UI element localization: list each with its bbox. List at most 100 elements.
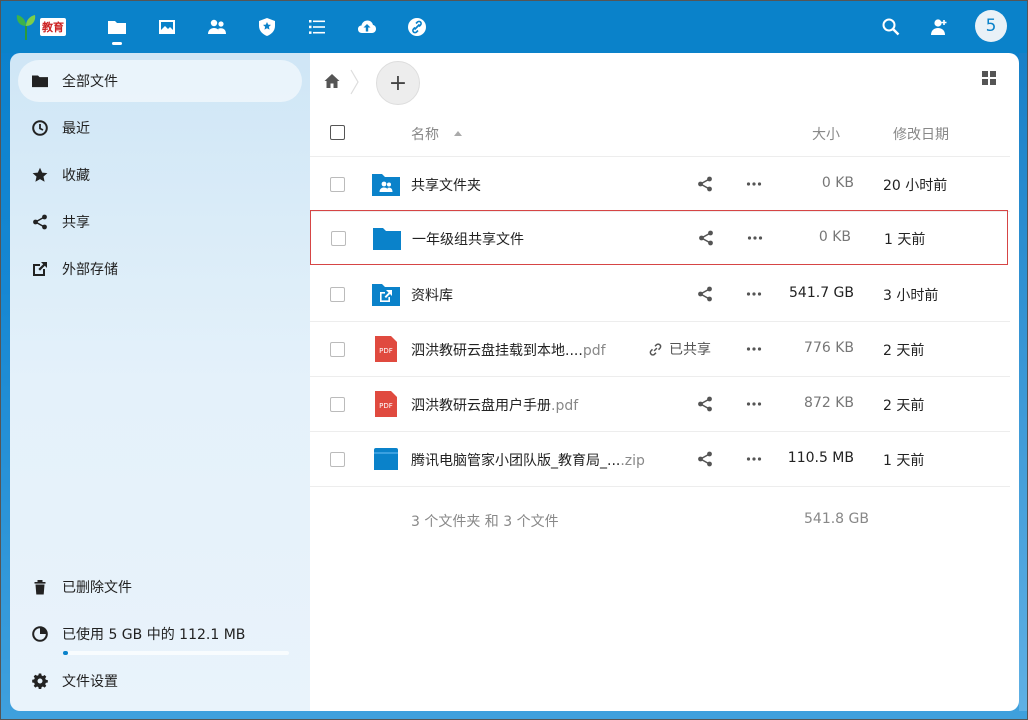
row-checkbox[interactable] bbox=[330, 397, 345, 412]
more-icon bbox=[746, 182, 762, 186]
file-name[interactable]: 腾讯电脑管家小团队版_教育局_....zip bbox=[411, 450, 645, 470]
sidebar-item-label: 收藏 bbox=[62, 168, 90, 184]
gear-icon bbox=[32, 673, 48, 689]
scrollbar-edge[interactable] bbox=[1019, 53, 1027, 711]
file-size: 110.5 MB bbox=[787, 450, 854, 466]
more-icon bbox=[746, 292, 762, 296]
folder-icon bbox=[32, 75, 48, 88]
file-name[interactable]: 泗洪教研云盘用户手册.pdf bbox=[411, 395, 578, 415]
home-breadcrumb[interactable] bbox=[324, 73, 342, 91]
share-action[interactable] bbox=[697, 451, 715, 469]
more-actions[interactable] bbox=[746, 341, 764, 359]
home-icon bbox=[324, 74, 340, 88]
column-header-date[interactable]: 修改日期 bbox=[893, 124, 949, 144]
active-app-indicator bbox=[112, 42, 122, 45]
file-row-selected[interactable]: 一年级组共享文件 0 KB 1 天前 bbox=[310, 210, 1008, 265]
sidebar-item-label: 外部存储 bbox=[62, 262, 118, 278]
avatar[interactable]: 5 bbox=[975, 10, 1007, 42]
row-checkbox[interactable] bbox=[330, 177, 345, 192]
list-app-icon[interactable] bbox=[305, 15, 329, 39]
row-checkbox[interactable] bbox=[330, 452, 345, 467]
file-row[interactable]: 资料库 541.7 GB 3 小时前 bbox=[310, 267, 1010, 322]
trash-icon bbox=[34, 580, 46, 595]
share-icon bbox=[698, 176, 712, 192]
share-action[interactable] bbox=[697, 286, 715, 304]
more-icon bbox=[746, 457, 762, 461]
contacts-menu-icon[interactable] bbox=[927, 15, 951, 39]
svg-text:PDF: PDF bbox=[379, 402, 393, 410]
quota-label: 已使用 5 GB 中的 112.1 MB bbox=[62, 627, 246, 643]
more-icon bbox=[746, 402, 762, 406]
quota-progress-fill bbox=[63, 651, 68, 655]
more-icon bbox=[747, 236, 763, 240]
logo-text: 教育 bbox=[40, 18, 66, 36]
share-icon bbox=[33, 214, 47, 230]
file-name[interactable]: 共享文件夹 bbox=[411, 175, 481, 195]
external-link-icon bbox=[33, 262, 47, 276]
file-row[interactable]: 腾讯电脑管家小团队版_教育局_....zip 110.5 MB 1 天前 bbox=[310, 432, 1010, 487]
logo[interactable]: 教育 bbox=[15, 13, 79, 41]
more-actions[interactable] bbox=[747, 230, 765, 248]
sidebar-item-quota: 已使用 5 GB 中的 112.1 MB bbox=[18, 613, 302, 655]
file-name[interactable]: 一年级组共享文件 bbox=[412, 229, 524, 249]
file-summary: 3 个文件夹 和 3 个文件 bbox=[411, 514, 559, 530]
more-actions[interactable] bbox=[746, 176, 764, 194]
sidebar-item-all-files[interactable]: 全部文件 bbox=[18, 60, 302, 102]
file-name[interactable]: 泗洪教研云盘挂载到本地....pdf bbox=[411, 340, 606, 360]
share-action[interactable] bbox=[697, 396, 715, 414]
sidebar-item-shares[interactable]: 共享 bbox=[18, 201, 302, 243]
folder-icon bbox=[373, 228, 401, 250]
file-date: 1 天前 bbox=[884, 232, 926, 248]
share-icon bbox=[698, 286, 712, 302]
cloud-upload-app-icon[interactable] bbox=[355, 15, 379, 39]
leaf-logo-icon bbox=[16, 15, 36, 40]
share-action[interactable] bbox=[698, 230, 716, 248]
file-list-panel: + 名称 大小 修改日期 共享文件夹 0 KB 20 小时前 一年级组共享文件 bbox=[310, 53, 1019, 711]
svg-text:PDF: PDF bbox=[379, 347, 393, 355]
select-all-checkbox[interactable] bbox=[330, 125, 345, 140]
quota-progress-bar bbox=[63, 651, 289, 655]
pdf-file-icon: PDF bbox=[375, 336, 397, 362]
photos-app-icon[interactable] bbox=[155, 15, 179, 39]
file-size: 872 KB bbox=[804, 395, 854, 411]
contacts-app-icon[interactable] bbox=[205, 15, 229, 39]
sidebar-item-recent[interactable]: 最近 bbox=[18, 107, 302, 149]
search-icon[interactable] bbox=[879, 15, 903, 39]
deleted-files-label: 已删除文件 bbox=[62, 580, 132, 596]
file-size: 541.7 GB bbox=[789, 285, 854, 301]
sidebar-item-label: 最近 bbox=[62, 121, 90, 137]
external-folder-icon bbox=[372, 284, 400, 306]
shield-app-icon[interactable] bbox=[255, 15, 279, 39]
file-size: 0 KB bbox=[818, 229, 851, 245]
row-checkbox[interactable] bbox=[330, 342, 345, 357]
more-actions[interactable] bbox=[746, 396, 764, 414]
sidebar-item-favorites[interactable]: 收藏 bbox=[18, 154, 302, 196]
link-icon bbox=[649, 342, 662, 356]
file-row[interactable]: PDF 泗洪教研云盘用户手册.pdf 872 KB 2 天前 bbox=[310, 377, 1010, 432]
row-checkbox[interactable] bbox=[330, 287, 345, 302]
add-new-button[interactable]: + bbox=[376, 61, 420, 105]
file-list-header: 名称 大小 修改日期 bbox=[310, 109, 1010, 157]
file-size: 776 KB bbox=[804, 340, 854, 356]
share-icon bbox=[699, 230, 713, 246]
sidebar-item-external-storage[interactable]: 外部存储 bbox=[18, 248, 302, 290]
file-row[interactable]: PDF 泗洪教研云盘挂载到本地....pdf 已共享 776 KB 2 天前 bbox=[310, 322, 1010, 377]
app-window: 教育 5 全部文件 最近 收藏 共享 外部存储 已删除文件 已使用 5 GB 中… bbox=[0, 0, 1028, 720]
shared-folder-icon bbox=[372, 174, 400, 196]
sidebar-item-settings[interactable]: 文件设置 bbox=[18, 660, 302, 702]
file-row[interactable]: 共享文件夹 0 KB 20 小时前 bbox=[310, 157, 1010, 212]
file-name[interactable]: 资料库 bbox=[411, 285, 453, 305]
shared-status[interactable]: 已共享 bbox=[648, 339, 711, 359]
more-actions[interactable] bbox=[746, 286, 764, 304]
file-size: 0 KB bbox=[821, 175, 854, 191]
row-checkbox[interactable] bbox=[331, 231, 346, 246]
link-app-icon[interactable] bbox=[405, 15, 429, 39]
top-header: 教育 5 bbox=[1, 1, 1027, 53]
more-actions[interactable] bbox=[746, 451, 764, 469]
column-header-size[interactable]: 大小 bbox=[812, 124, 840, 144]
sidebar-item-deleted-files[interactable]: 已删除文件 bbox=[18, 566, 302, 608]
share-action[interactable] bbox=[697, 176, 715, 194]
column-header-name[interactable]: 名称 bbox=[411, 124, 439, 144]
grid-view-toggle[interactable] bbox=[982, 71, 998, 87]
files-app-icon[interactable] bbox=[105, 15, 129, 39]
